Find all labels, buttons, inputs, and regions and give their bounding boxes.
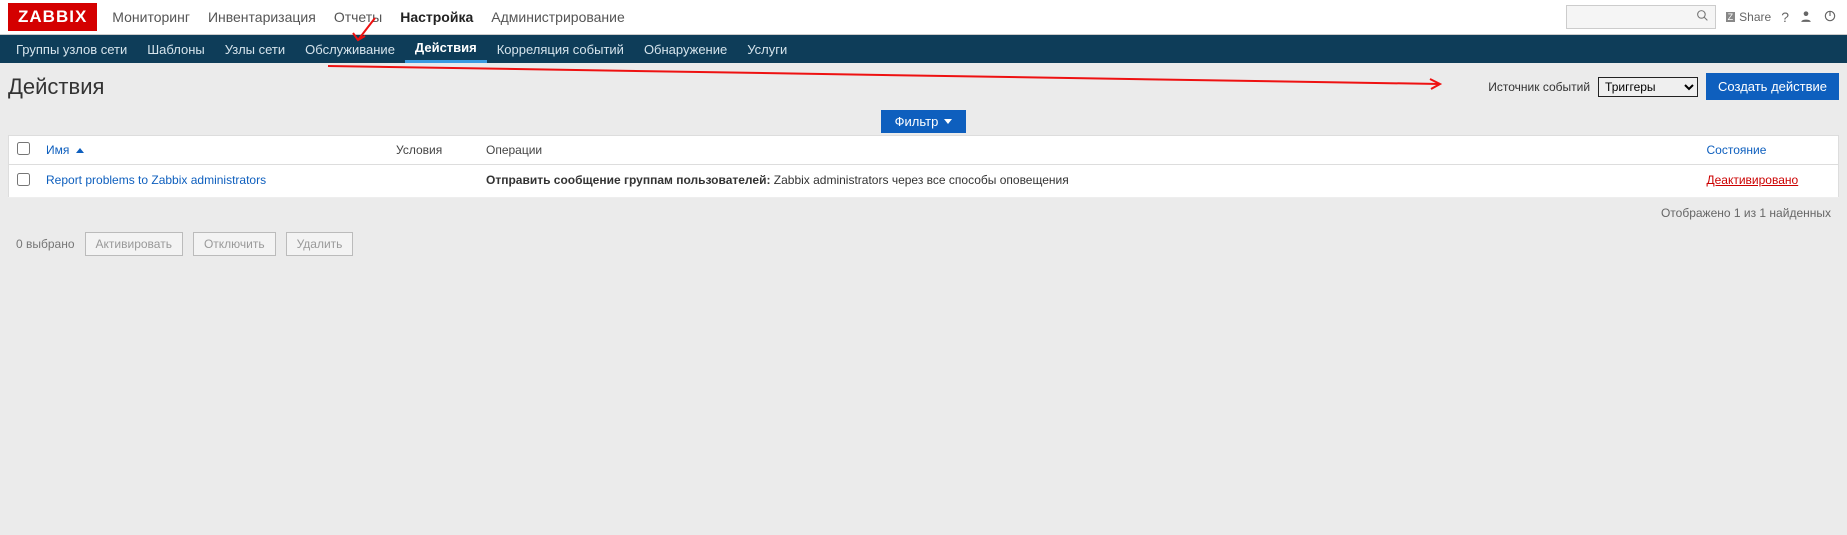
subnav-actions[interactable]: Действия bbox=[405, 35, 487, 63]
search-input[interactable] bbox=[1566, 5, 1716, 29]
top-nav: Мониторинг Инвентаризация Отчеты Настрой… bbox=[112, 9, 624, 25]
sort-asc-icon bbox=[76, 148, 84, 153]
topnav-administration[interactable]: Администрирование bbox=[491, 9, 625, 25]
source-select[interactable]: Триггеры bbox=[1598, 77, 1698, 97]
row-operations: Отправить сообщение группам пользователе… bbox=[478, 165, 1699, 198]
bulk-delete-button[interactable]: Удалить bbox=[286, 232, 354, 256]
share-link[interactable]: Z Share bbox=[1726, 10, 1772, 24]
source-label: Источник событий bbox=[1488, 80, 1590, 94]
header-name-label: Имя bbox=[46, 143, 69, 157]
content: Действия Источник событий Триггеры Созда… bbox=[0, 63, 1847, 270]
share-badge-icon: Z bbox=[1726, 12, 1736, 22]
op-prefix: Отправить сообщение группам пользователе… bbox=[486, 173, 770, 187]
header-state[interactable]: Состояние bbox=[1699, 136, 1839, 165]
select-all-checkbox[interactable] bbox=[17, 142, 30, 155]
result-summary: Отображено 1 из 1 найденных bbox=[8, 198, 1839, 228]
bulk-actions: 0 выбрано Активировать Отключить Удалить bbox=[8, 228, 1839, 260]
page-title: Действия bbox=[8, 74, 104, 100]
filter-toggle-button[interactable]: Фильтр bbox=[881, 110, 967, 133]
subnav-correlation[interactable]: Корреляция событий bbox=[487, 35, 634, 63]
help-icon[interactable]: ? bbox=[1781, 9, 1789, 25]
subnav-templates[interactable]: Шаблоны bbox=[137, 35, 215, 63]
subnav-services[interactable]: Услуги bbox=[737, 35, 797, 63]
row-checkbox[interactable] bbox=[17, 173, 30, 186]
topnav-reports[interactable]: Отчеты bbox=[334, 9, 382, 25]
status-toggle[interactable]: Деактивировано bbox=[1707, 173, 1799, 187]
filter-row: Фильтр bbox=[8, 110, 1839, 133]
subnav-discovery[interactable]: Обнаружение bbox=[634, 35, 737, 63]
create-action-button[interactable]: Создать действие bbox=[1706, 73, 1839, 100]
selected-count: 0 выбрано bbox=[16, 237, 75, 251]
header-checkbox[interactable] bbox=[9, 136, 39, 165]
header-name[interactable]: Имя bbox=[38, 136, 388, 165]
heading-row: Действия Источник событий Триггеры Созда… bbox=[8, 73, 1839, 100]
filter-label: Фильтр bbox=[895, 114, 939, 129]
topnav-configuration[interactable]: Настройка bbox=[400, 9, 473, 25]
top-right: Z Share ? bbox=[1566, 5, 1837, 29]
table-row: Report problems to Zabbix administrators… bbox=[9, 165, 1839, 198]
search-icon bbox=[1696, 9, 1709, 25]
share-label: Share bbox=[1739, 10, 1771, 24]
user-icon[interactable] bbox=[1799, 9, 1813, 26]
subnav-hostgroups[interactable]: Группы узлов сети bbox=[6, 35, 137, 63]
logo: ZABBIX bbox=[8, 3, 97, 31]
bulk-activate-button[interactable]: Активировать bbox=[85, 232, 183, 256]
top-bar: ZABBIX Мониторинг Инвентаризация Отчеты … bbox=[0, 0, 1847, 35]
header-conditions: Условия bbox=[388, 136, 478, 165]
actions-table: Имя Условия Операции Состояние Report pr… bbox=[8, 135, 1839, 198]
header-operations: Операции bbox=[478, 136, 1699, 165]
heading-right: Источник событий Триггеры Создать действ… bbox=[1488, 73, 1839, 100]
op-rest: Zabbix administrators через все способы … bbox=[770, 173, 1068, 187]
subnav-hosts[interactable]: Узлы сети bbox=[215, 35, 295, 63]
topnav-inventory[interactable]: Инвентаризация bbox=[208, 9, 316, 25]
power-icon[interactable] bbox=[1823, 9, 1837, 26]
action-name-link[interactable]: Report problems to Zabbix administrators bbox=[46, 173, 266, 187]
topnav-monitoring[interactable]: Мониторинг bbox=[112, 9, 190, 25]
sub-nav: Группы узлов сети Шаблоны Узлы сети Обсл… bbox=[0, 35, 1847, 63]
subnav-maintenance[interactable]: Обслуживание bbox=[295, 35, 405, 63]
bulk-deactivate-button[interactable]: Отключить bbox=[193, 232, 276, 256]
chevron-down-icon bbox=[944, 119, 952, 124]
row-conditions bbox=[388, 165, 478, 198]
